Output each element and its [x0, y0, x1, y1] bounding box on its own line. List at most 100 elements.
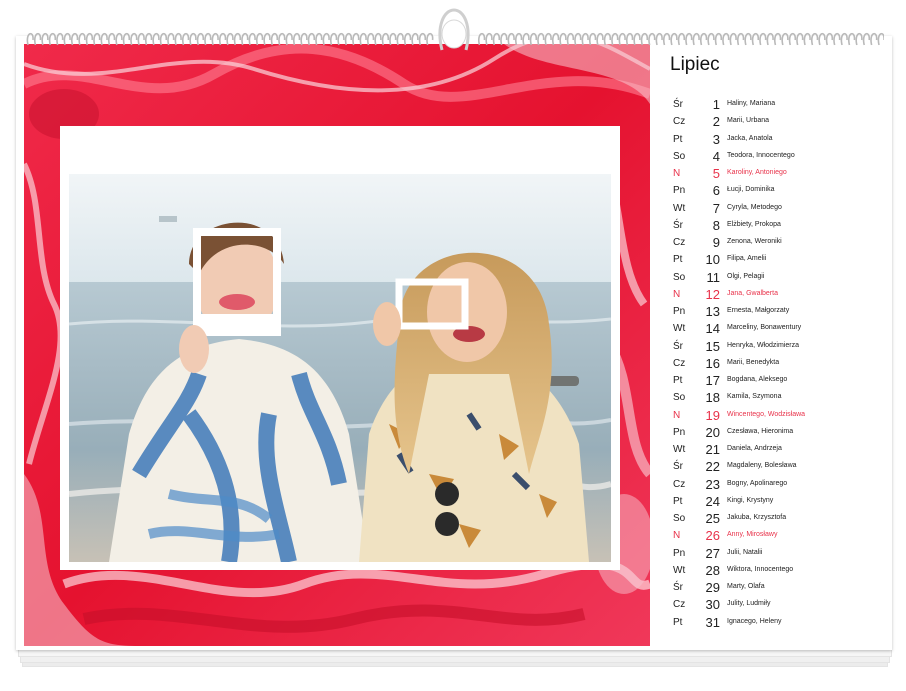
day-number: 26 [705, 528, 720, 544]
spiral-loop [263, 32, 271, 46]
photo-two-women-beach [69, 174, 611, 562]
weekday-label: So [673, 150, 686, 162]
weekday-label: Cz [673, 478, 686, 490]
spiral-loop [744, 32, 752, 46]
spiral-loop [211, 32, 219, 46]
day-number: 16 [705, 355, 720, 371]
name-day-text: Olgi, Pelagii [727, 272, 765, 280]
name-day-text: Bogny, Apolinarego [727, 479, 788, 487]
spiral-loop [122, 32, 131, 46]
spiral-loop [529, 32, 538, 46]
spiral-loop [796, 32, 804, 46]
spiral-loop [389, 32, 397, 46]
calendar-day-row: Cz 16 Marii, Benedykta [666, 355, 896, 372]
spiral-loop [396, 32, 404, 46]
spiral-loop [596, 32, 604, 46]
spiral-loop [722, 32, 730, 46]
spiral-loop [877, 32, 884, 46]
day-number: 29 [705, 580, 720, 595]
spiral-loop [818, 32, 826, 46]
spiral-loop [300, 32, 308, 46]
spiral-loop [477, 32, 486, 46]
photo-illustration [69, 174, 611, 562]
spiral-loop [655, 32, 663, 46]
name-day-text: Cyryla, Metodego [727, 203, 782, 211]
spiral-loop [840, 32, 848, 46]
calendar-day-row: Pt 17 Bogdana, Aleksego [666, 372, 896, 389]
spiral-loop [218, 32, 227, 46]
spiral-loop [566, 32, 575, 46]
day-number: 24 [705, 493, 720, 509]
spiral-loop [699, 32, 708, 46]
name-day-text: Jakuba, Krzysztofa [727, 514, 787, 521]
spiral-loop [766, 32, 774, 46]
day-number: 6 [712, 183, 720, 199]
day-number: 3 [712, 131, 720, 147]
spiral-loop [588, 32, 597, 46]
spiral-loop [411, 32, 419, 46]
calendar-day-row: So 4 Teodora, Innocentego [666, 148, 896, 165]
weekday-label: Śr [673, 461, 683, 473]
spiral-loop [233, 32, 242, 46]
spiral-loop [648, 32, 656, 46]
calendar-day-row: Pt 3 Jacka, Anatola [666, 131, 896, 148]
calendar-day-row: Cz 23 Bogny, Apolinarego [666, 476, 896, 493]
day-number: 25 [705, 511, 720, 526]
spiral-loop [855, 32, 863, 46]
calendar-day-row: Pn 27 Julii, Natalii [666, 545, 896, 562]
hanger-hook-icon [438, 8, 470, 51]
day-number: 15 [705, 338, 720, 354]
weekday-label: Śr [673, 340, 683, 352]
weekday-label: So [673, 513, 686, 524]
spiral-loop [426, 32, 434, 46]
spiral-loop [359, 32, 367, 46]
spiral-loop [559, 32, 567, 46]
calendar-day-row: Śr 1 Haliny, Mariana [666, 96, 896, 113]
spiral-loop [337, 32, 345, 46]
weekday-label: N [673, 409, 681, 421]
spiral-loop [751, 32, 760, 46]
name-day-text: Haliny, Mariana [727, 100, 776, 107]
spiral-loop [33, 32, 42, 46]
day-number: 2 [712, 114, 720, 130]
calendar-day-row: Cz 2 Marii, Urbana [666, 113, 896, 130]
calendar-day-row: N 12 Jana, Gwalberta [666, 286, 896, 303]
spiral-loop [581, 32, 589, 46]
spiral-loop [759, 32, 767, 46]
weekday-label: Pt [673, 375, 683, 386]
weekday-label: Pt [673, 495, 683, 507]
calendar-day-row: Pt 10 Filipa, Amelii [666, 251, 896, 268]
spiral-loop [278, 32, 286, 46]
weekday-label: N [673, 168, 681, 179]
spiral-loop [329, 32, 338, 46]
weekday-label: Śr [673, 582, 683, 593]
weekday-label: Pt [673, 133, 683, 145]
spiral-loop [56, 32, 64, 46]
spiral-loop [707, 32, 715, 46]
name-day-text: Łucji, Dominika [727, 186, 775, 194]
name-day-text: Zenona, Weroniki [727, 238, 782, 245]
name-day-text: Marii, Benedykta [727, 358, 780, 366]
weekday-label: Cz [673, 116, 686, 128]
spiral-loop [611, 32, 619, 46]
name-day-text: Jana, Gwalberta [727, 289, 778, 297]
calendar-day-row: Cz 9 Zenona, Weroniki [666, 234, 896, 251]
day-number: 30 [705, 597, 720, 613]
day-number: 9 [712, 235, 720, 250]
spiral-loop [241, 32, 249, 46]
weekday-label: Wt [673, 323, 686, 335]
weekday-label: Wt [673, 444, 686, 455]
weekday-label: Wt [673, 202, 686, 214]
day-number: 1 [712, 97, 720, 112]
calendar-day-row: Wt 21 Daniela, Andrzeja [666, 441, 896, 458]
name-day-text: Kingi, Krystyny [727, 496, 774, 504]
weekday-label: Pn [673, 426, 686, 438]
name-day-text: Daniela, Andrzeja [727, 445, 782, 452]
day-number: 28 [705, 562, 720, 578]
spiral-loop [248, 32, 256, 46]
day-number: 4 [712, 148, 720, 164]
spiral-loop [100, 32, 108, 46]
spiral-loop [137, 32, 145, 46]
calendar-day-row: Pt 24 Kingi, Krystyny [666, 493, 896, 510]
name-day-text: Julity, Ludmiły [727, 600, 771, 608]
